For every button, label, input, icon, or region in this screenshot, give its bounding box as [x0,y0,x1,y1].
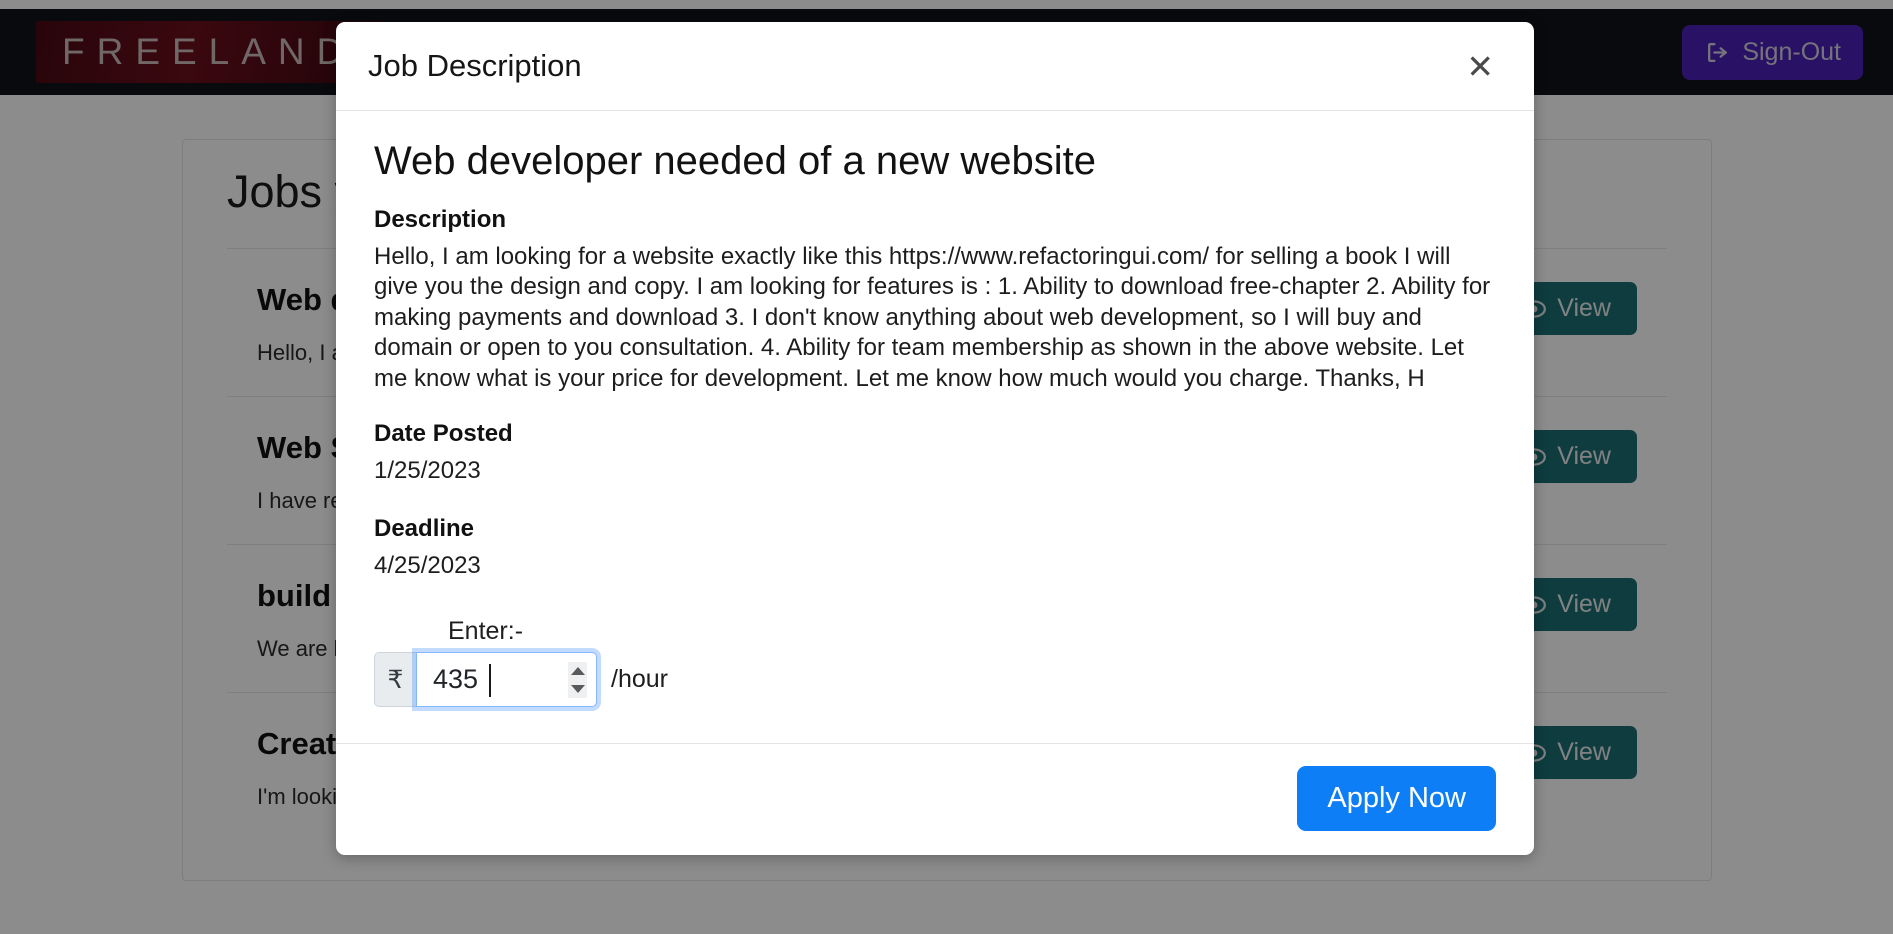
rate-input-wrapper[interactable] [416,652,597,707]
apply-now-button[interactable]: Apply Now [1297,766,1496,831]
rate-entry-row: Enter:- ₹ /hour [374,617,1496,707]
stepper-up-icon[interactable] [571,667,585,675]
rate-enter-label: Enter:- [448,617,523,646]
modal-body: Web developer needed of a new website De… [336,111,1534,743]
date-posted-value: 1/25/2023 [374,456,1496,486]
job-title: Web developer needed of a new website [374,139,1496,184]
modal-title: Job Description [368,48,582,84]
job-description-modal: Job Description ✕ Web developer needed o… [336,22,1534,855]
text-caret [489,664,491,697]
deadline-label: Deadline [374,515,1496,543]
currency-symbol-icon: ₹ [374,652,416,707]
app-root: FREELAND Sign-Out Jobs you can apply Web… [0,0,1893,934]
deadline-value: 4/25/2023 [374,551,1496,581]
description-text: Hello, I am looking for a website exactl… [374,242,1496,394]
modal-header: Job Description ✕ [336,22,1534,111]
number-stepper[interactable] [568,662,587,698]
rate-input[interactable] [417,653,535,706]
stepper-down-icon[interactable] [571,685,585,693]
modal-footer: Apply Now [336,743,1534,855]
close-icon[interactable]: ✕ [1462,50,1498,83]
date-posted-label: Date Posted [374,420,1496,448]
rate-unit-suffix: /hour [611,665,668,694]
rate-input-group: ₹ [374,652,597,707]
description-label: Description [374,206,1496,234]
